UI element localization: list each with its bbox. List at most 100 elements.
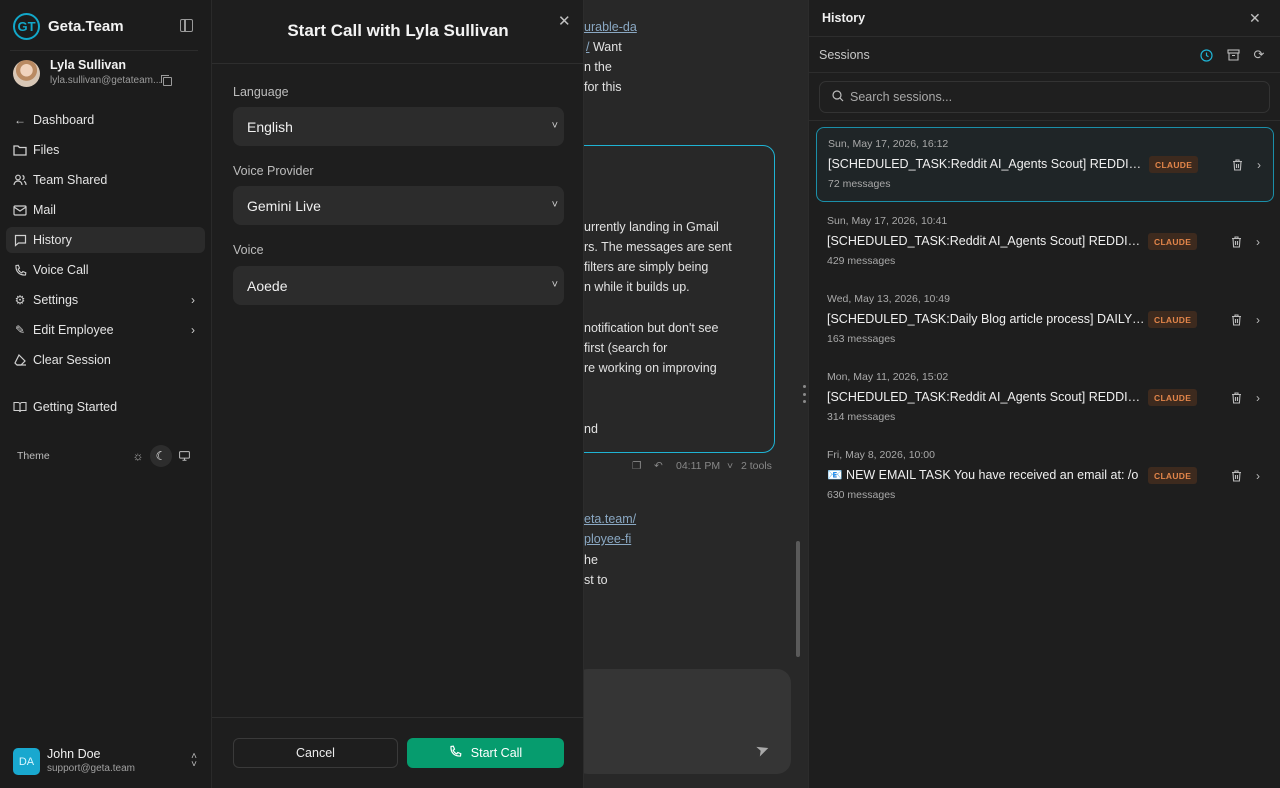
- cancel-button[interactable]: Cancel: [233, 738, 398, 768]
- theme-switcher: Theme ☼ ☾: [17, 445, 197, 467]
- refresh-icon[interactable]: ⟳: [1251, 47, 1267, 63]
- sidebar-item-label: Voice Call: [33, 263, 89, 277]
- divider: [809, 72, 1280, 73]
- tools-toggle[interactable]: 2 tools: [741, 460, 772, 472]
- book-icon: [13, 400, 27, 414]
- user-email: support@geta.team: [47, 763, 135, 774]
- sidebar-collapse-icon[interactable]: [180, 19, 193, 32]
- moon-icon[interactable]: ☾: [150, 445, 172, 467]
- chat-text: n while it builds up.: [584, 280, 690, 294]
- trash-icon[interactable]: [1228, 390, 1244, 406]
- voice-provider-label: Voice Provider: [233, 164, 314, 178]
- copy-message-icon[interactable]: ❐: [632, 460, 641, 472]
- archive-icon[interactable]: [1225, 47, 1241, 63]
- monitor-icon[interactable]: [173, 445, 195, 467]
- message-time: 04:11 PM: [676, 460, 721, 472]
- phone-icon: [449, 745, 462, 761]
- session-date: Sun, May 17, 2026, 10:41: [827, 215, 948, 227]
- employee-profile: Lyla Sullivan lyla.sullivan@getateam...: [13, 58, 203, 90]
- sidebar-item-settings[interactable]: ⚙ Settings ›: [6, 287, 205, 313]
- user-avatar: DA: [13, 748, 40, 775]
- chat-text: first (search for: [584, 341, 668, 355]
- employee-email: lyla.sullivan@getateam...: [50, 75, 162, 86]
- start-call-label: Start Call: [470, 746, 523, 760]
- chat-text: re working on improving: [584, 361, 717, 375]
- session-date: Wed, May 13, 2026, 10:49: [827, 293, 950, 305]
- chat-link[interactable]: eta.team/: [584, 512, 636, 526]
- trash-icon[interactable]: [1229, 157, 1245, 173]
- sidebar-item-dashboard[interactable]: ← Dashboard: [6, 107, 205, 133]
- chat-text: rs. The messages are sent: [584, 240, 732, 254]
- voice-value: Aoede: [247, 277, 288, 294]
- users-icon: [13, 173, 27, 187]
- session-title: [SCHEDULED_TASK:Reddit AI_Agents Scout] …: [827, 390, 1145, 404]
- close-icon[interactable]: ✕: [1249, 10, 1261, 27]
- chevron-down-icon[interactable]: ˅: [727, 460, 733, 472]
- session-item[interactable]: Sun, May 17, 2026, 10:41 [SCHEDULED_TASK…: [816, 205, 1274, 280]
- session-item[interactable]: Sun, May 17, 2026, 16:12 [SCHEDULED_TASK…: [816, 127, 1274, 202]
- chat-scrollbar[interactable]: [796, 541, 800, 657]
- chevron-right-icon[interactable]: ›: [1252, 312, 1264, 328]
- start-call-button[interactable]: Start Call: [407, 738, 564, 768]
- sun-icon[interactable]: ☼: [127, 445, 149, 467]
- divider: [809, 36, 1280, 37]
- chat-text: / Want: [586, 40, 622, 54]
- reply-icon[interactable]: ↶: [654, 460, 663, 472]
- close-icon[interactable]: ✕: [558, 12, 571, 30]
- sidebar-item-clear-session[interactable]: Clear Session: [6, 347, 205, 373]
- search-sessions[interactable]: [819, 81, 1270, 113]
- sidebar-item-label: Dashboard: [33, 113, 95, 127]
- phone-icon: [13, 263, 27, 277]
- sidebar-item-label: Mail: [33, 203, 56, 217]
- chat-text: urrently landing in Gmail: [584, 220, 719, 234]
- sidebar-item-getting-started[interactable]: Getting Started: [6, 394, 205, 420]
- chat-text: for this: [584, 80, 622, 94]
- session-message-count: 630 messages: [827, 489, 896, 501]
- session-item[interactable]: Wed, May 13, 2026, 10:49 [SCHEDULED_TASK…: [816, 283, 1274, 358]
- chevron-right-icon: ›: [191, 323, 195, 337]
- mail-icon: [13, 203, 27, 217]
- session-title: [SCHEDULED_TASK:Reddit AI_Agents Scout] …: [828, 157, 1146, 171]
- chat-link[interactable]: ployee-fi: [584, 532, 631, 546]
- sidebar-item-label: Clear Session: [33, 353, 111, 367]
- session-message-count: 429 messages: [827, 255, 896, 267]
- session-date: Mon, May 11, 2026, 15:02: [827, 371, 949, 383]
- panel-resize-handle[interactable]: [802, 385, 806, 403]
- sidebar-item-files[interactable]: Files: [6, 137, 205, 163]
- trash-icon[interactable]: [1228, 234, 1244, 250]
- chevron-down-icon: ˅: [551, 120, 558, 132]
- chat-link[interactable]: urable-da: [584, 20, 637, 34]
- chat-area: urable-da / Want n the for this urrently…: [584, 0, 808, 788]
- brand-logo-icon: GT: [13, 13, 40, 40]
- sidebar-item-edit-employee[interactable]: ✎ Edit Employee ›: [6, 317, 205, 343]
- session-title: 📧 NEW EMAIL TASK You have received an em…: [827, 468, 1139, 482]
- chat-text: n the: [584, 60, 612, 74]
- voice-select[interactable]: Aoede ˅: [233, 266, 564, 305]
- session-date: Fri, May 8, 2026, 10:00: [827, 449, 935, 461]
- trash-icon[interactable]: [1228, 312, 1244, 328]
- session-item[interactable]: Fri, May 8, 2026, 10:00 📧 NEW EMAIL TASK…: [816, 439, 1274, 514]
- divider: [212, 63, 584, 64]
- user-menu[interactable]: DA John Doe support@geta.team ˄ ˅: [13, 747, 203, 777]
- session-date: Sun, May 17, 2026, 16:12: [828, 138, 949, 150]
- model-badge: CLAUDE: [1149, 156, 1199, 173]
- language-select[interactable]: English ˅: [233, 107, 564, 146]
- nav-gap: [6, 377, 205, 394]
- chevron-right-icon[interactable]: ›: [1252, 390, 1264, 406]
- clock-icon[interactable]: [1198, 47, 1214, 63]
- sidebar-item-mail[interactable]: Mail: [6, 197, 205, 223]
- copy-email-icon[interactable]: [161, 75, 172, 86]
- session-item[interactable]: Mon, May 11, 2026, 15:02 [SCHEDULED_TASK…: [816, 361, 1274, 436]
- chevron-right-icon[interactable]: ›: [1253, 157, 1265, 173]
- voice-provider-select[interactable]: Gemini Live ˅: [233, 186, 564, 225]
- brand[interactable]: GT Geta.Team: [13, 13, 124, 40]
- trash-icon[interactable]: [1228, 468, 1244, 484]
- chevron-right-icon[interactable]: ›: [1252, 468, 1264, 484]
- search-input[interactable]: [850, 82, 1250, 112]
- sidebar-item-history[interactable]: History: [6, 227, 205, 253]
- divider: [212, 717, 584, 718]
- sidebar-item-voice-call[interactable]: Voice Call: [6, 257, 205, 283]
- chevron-right-icon[interactable]: ›: [1252, 234, 1264, 250]
- user-name: John Doe: [47, 747, 101, 761]
- sidebar-item-team-shared[interactable]: Team Shared: [6, 167, 205, 193]
